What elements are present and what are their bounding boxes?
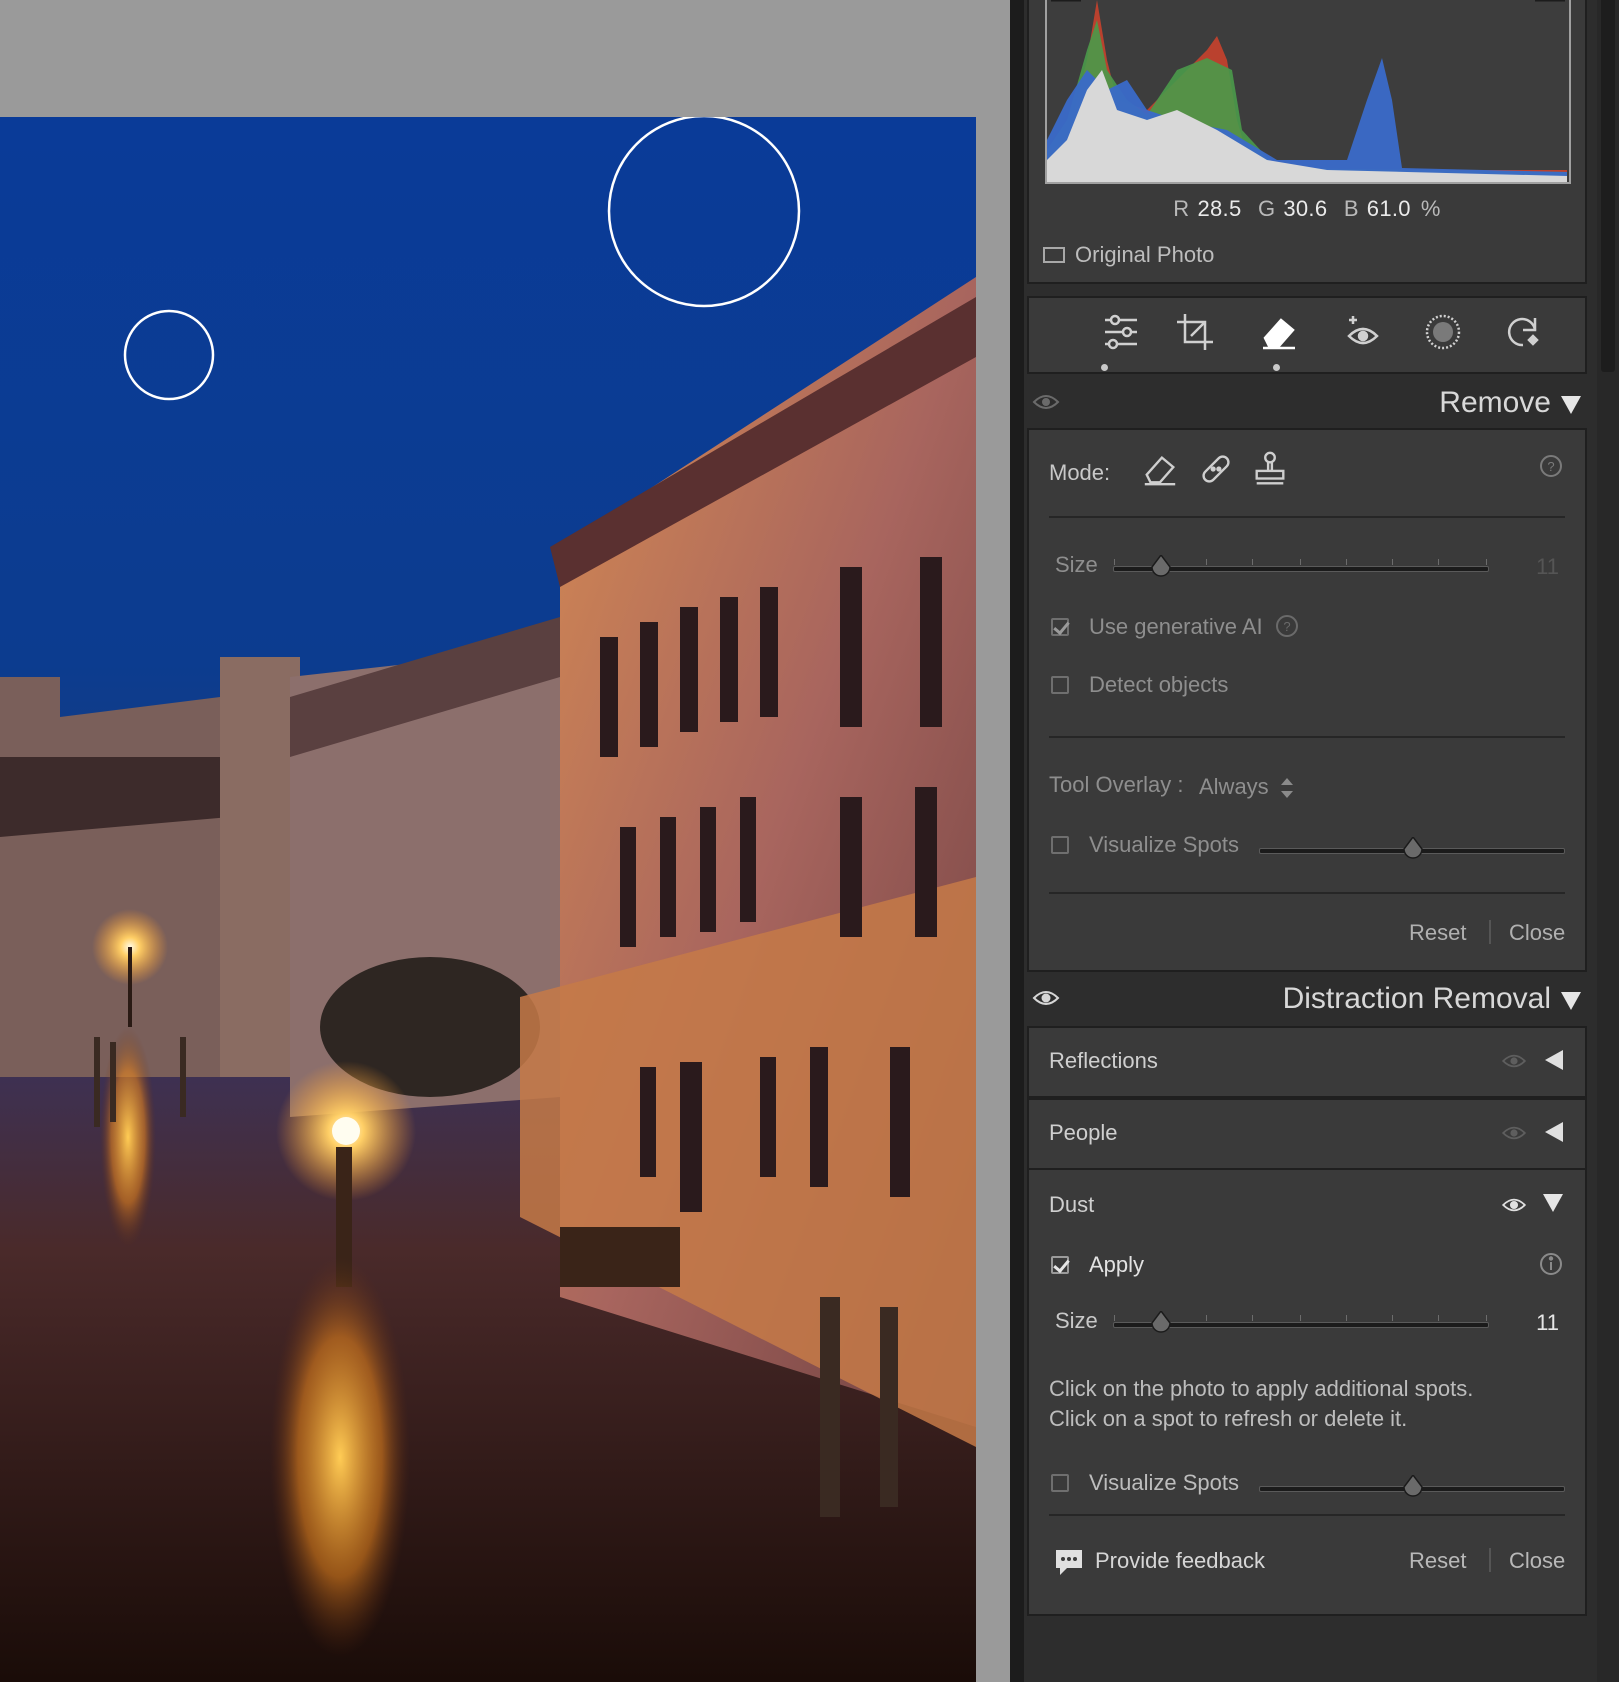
tool-overlay-label: Tool Overlay :: [1049, 772, 1184, 797]
dust-visualize-spots-knob[interactable]: [1402, 1473, 1424, 1497]
tool-overlay-select[interactable]: Always: [1199, 774, 1269, 800]
crop-icon[interactable]: [1171, 308, 1219, 356]
reflections-label: Reflections: [1049, 1048, 1158, 1073]
detect-objects-checkbox[interactable]: [1051, 676, 1069, 694]
dust-visualize-spots-label: Visualize Spots: [1089, 1470, 1240, 1495]
divider: [1049, 736, 1565, 738]
original-photo-checkbox[interactable]: [1043, 247, 1065, 263]
tool-strip: [1027, 296, 1587, 374]
mode-help-icon[interactable]: ?: [1539, 454, 1563, 483]
mode-remove-eraser-icon[interactable]: [1141, 450, 1179, 493]
photo-canvas[interactable]: [0, 0, 1010, 1682]
divider: [1049, 892, 1565, 894]
reflections-expand-triangle-icon[interactable]: [1545, 1050, 1563, 1075]
visualize-spots-knob[interactable]: [1402, 835, 1424, 859]
detect-objects-label: Detect objects: [1089, 672, 1229, 697]
r-label: R: [1173, 196, 1190, 221]
histogram[interactable]: [1045, 0, 1571, 184]
remove-close-button[interactable]: Close: [1509, 920, 1565, 946]
b-label: B: [1343, 196, 1359, 221]
divider: [1049, 1514, 1565, 1516]
mode-heal-bandage-icon[interactable]: [1197, 450, 1235, 493]
b-value: 61.0: [1366, 196, 1411, 221]
visualize-spots-label: Visualize Spots: [1089, 832, 1240, 857]
people-row[interactable]: People: [1027, 1098, 1587, 1170]
edit-sliders-icon[interactable]: [1097, 308, 1145, 356]
dust-size-slider[interactable]: [1113, 1309, 1489, 1333]
remove-panel: Mode: ? Size 11 Use generative AI ? Dete…: [1027, 428, 1587, 972]
mode-clone-stamp-icon[interactable]: [1251, 450, 1289, 493]
histogram-panel: R 28.5 G 30.6 B 61.0% Original Photo: [1027, 0, 1587, 284]
remove-title: Remove: [1439, 386, 1551, 419]
dust-close-button[interactable]: Close: [1509, 1548, 1565, 1574]
apply-checkbox[interactable]: [1051, 1256, 1069, 1274]
remove-size-value: 11: [1536, 554, 1559, 579]
dust-eye-icon[interactable]: [1501, 1196, 1527, 1219]
remove-active-dot: [1273, 364, 1280, 371]
remove-size-knob[interactable]: [1150, 553, 1172, 577]
dust-help-line1: Click on the photo to apply additional s…: [1049, 1376, 1474, 1401]
remove-reset-button[interactable]: Reset: [1409, 920, 1466, 946]
reflections-eye-icon[interactable]: [1501, 1052, 1527, 1075]
panel-scrollbar[interactable]: [1597, 0, 1619, 1682]
percent-unit: %: [1420, 196, 1441, 221]
tool-overlay-stepper-icon[interactable]: [1281, 778, 1293, 803]
dust-visualize-spots-slider[interactable]: [1259, 1473, 1565, 1497]
generative-ai-checkbox[interactable]: [1051, 618, 1069, 636]
divider: [1049, 516, 1565, 518]
visualize-spots-checkbox[interactable]: [1051, 836, 1069, 854]
dust-panel: Dust Apply Size 11 Click on the photo to…: [1027, 1168, 1587, 1616]
svg-text:?: ?: [1547, 459, 1554, 474]
remove-collapse-triangle-icon[interactable]: [1561, 396, 1581, 419]
reflections-row[interactable]: Reflections: [1027, 1026, 1587, 1098]
dust-size-label: Size: [1055, 1308, 1098, 1333]
generative-ai-help-icon[interactable]: ?: [1275, 614, 1299, 643]
button-separator: [1489, 920, 1491, 944]
people-eye-icon[interactable]: [1501, 1124, 1527, 1147]
button-separator: [1489, 1548, 1491, 1572]
remove-section-header[interactable]: Remove: [1024, 378, 1597, 434]
photo-image[interactable]: [0, 117, 976, 1682]
masking-icon[interactable]: [1419, 308, 1467, 356]
dust-visualize-spots-checkbox[interactable]: [1051, 1474, 1069, 1492]
original-photo-toggle[interactable]: Original Photo: [1043, 242, 1214, 268]
g-value: 30.6: [1283, 196, 1328, 221]
provide-feedback-link[interactable]: Provide feedback: [1095, 1548, 1265, 1574]
apply-label: Apply: [1089, 1252, 1145, 1277]
scrollbar-thumb[interactable]: [1601, 0, 1615, 372]
rgb-readout: R 28.5 G 30.6 B 61.0%: [1029, 196, 1585, 222]
presets-icon[interactable]: [1499, 308, 1547, 356]
remove-visibility-eye-icon[interactable]: [1032, 392, 1060, 417]
visualize-spots-slider[interactable]: [1259, 835, 1565, 859]
distraction-removal-title: Distraction Removal: [1282, 982, 1551, 1015]
r-value: 28.5: [1197, 196, 1242, 221]
dust-help-line2: Click on a spot to refresh or delete it.: [1049, 1406, 1408, 1431]
original-photo-label: Original Photo: [1075, 242, 1215, 267]
distraction-collapse-triangle-icon[interactable]: [1561, 992, 1581, 1015]
feedback-speech-bubble-icon[interactable]: [1053, 1546, 1085, 1583]
svg-text:?: ?: [1283, 619, 1290, 634]
remove-size-slider[interactable]: [1113, 553, 1489, 577]
edit-active-dot: [1101, 364, 1108, 371]
dust-collapse-triangle-icon[interactable]: [1543, 1194, 1563, 1217]
distraction-removal-header[interactable]: Distraction Removal: [1024, 974, 1597, 1030]
dust-size-knob[interactable]: [1150, 1309, 1172, 1333]
right-panel: R 28.5 G 30.6 B 61.0% Original Photo Rem…: [1024, 0, 1619, 1682]
mode-label: Mode:: [1049, 460, 1111, 485]
distraction-visibility-eye-icon[interactable]: [1032, 988, 1060, 1013]
red-eye-icon[interactable]: [1339, 308, 1387, 356]
generative-ai-label: Use generative AI: [1089, 614, 1263, 639]
remove-eraser-icon[interactable]: [1255, 308, 1303, 356]
people-expand-triangle-icon[interactable]: [1545, 1122, 1563, 1147]
remove-size-label: Size: [1055, 552, 1098, 577]
apply-info-icon[interactable]: [1539, 1252, 1563, 1281]
g-label: G: [1257, 196, 1276, 221]
dust-label: Dust: [1049, 1192, 1095, 1217]
panel-divider[interactable]: [1010, 0, 1024, 1682]
dust-size-value: 11: [1536, 1310, 1559, 1335]
people-label: People: [1049, 1120, 1118, 1145]
dust-reset-button[interactable]: Reset: [1409, 1548, 1466, 1574]
